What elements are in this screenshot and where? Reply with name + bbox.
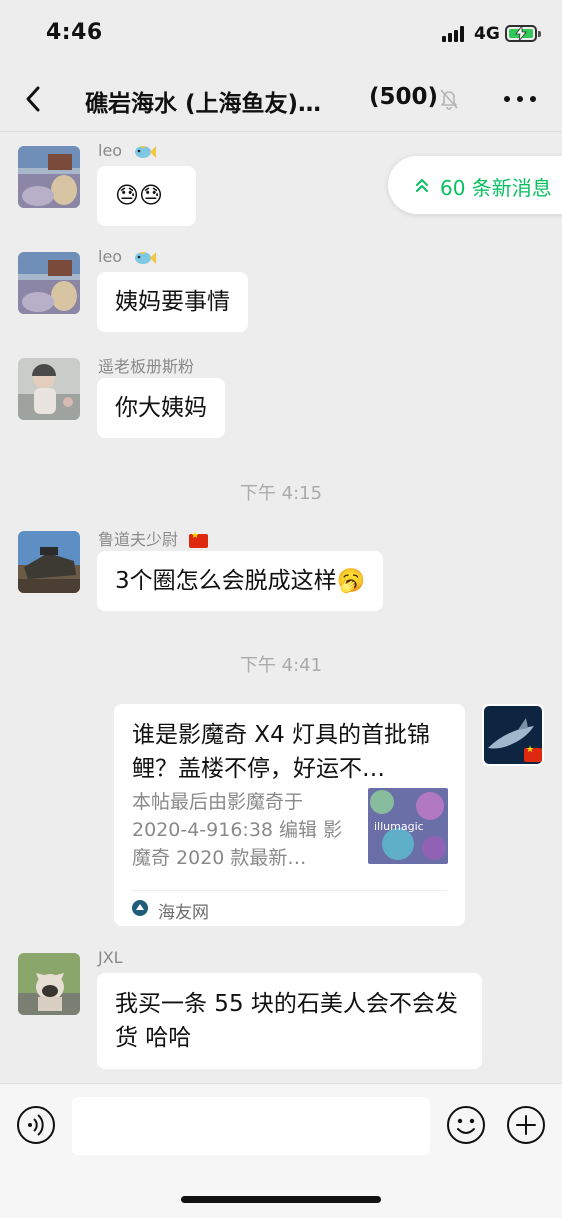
plus-icon[interactable]	[506, 1105, 546, 1145]
home-indicator[interactable]	[181, 1196, 381, 1203]
link-card-thumbnail: illumagic	[368, 788, 448, 864]
sender-name: 鲁道夫少尉	[98, 526, 209, 550]
double-chevron-up-icon	[416, 179, 428, 192]
more-dots-icon[interactable]	[504, 96, 536, 104]
member-count: (500)	[369, 84, 439, 110]
emoji-icon[interactable]	[446, 1105, 486, 1145]
sender-name: 遥老板册斯粉	[98, 357, 195, 376]
link-card-title: 谁是影魔奇 X4 灯具的首批锦鲤？盖楼不停，好运不…	[132, 722, 431, 782]
network-label: 4G	[474, 24, 500, 44]
fish-emoji-icon	[135, 145, 157, 158]
signal-icon	[442, 26, 468, 42]
message-input[interactable]	[72, 1097, 430, 1155]
link-card[interactable]: 谁是影魔奇 X4 灯具的首批锦鲤？盖楼不停，好运不… 本帖最后由影魔奇于 202…	[114, 704, 465, 926]
chat-header: 礁岩海水 (上海鱼友)… (500)	[0, 66, 562, 132]
avatar[interactable]	[18, 252, 80, 314]
china-flag-icon	[524, 745, 542, 762]
voice-icon[interactable]	[16, 1105, 56, 1145]
my-avatar[interactable]	[482, 704, 544, 766]
message-bubble[interactable]: 姨妈要事情	[97, 272, 248, 332]
time-separator: 下午 4:15	[239, 483, 323, 504]
time-separator: 下午 4:41	[239, 655, 323, 676]
battery-cap	[538, 31, 541, 37]
fish-emoji-icon	[135, 251, 157, 264]
status-time: 4:46	[46, 20, 103, 45]
avatar[interactable]	[18, 531, 80, 593]
sender-name: leo	[98, 247, 157, 267]
chat-title[interactable]: 礁岩海水 (上海鱼友)…	[85, 84, 357, 118]
link-card-description: 本帖最后由影魔奇于 2020-4-916:38 编辑 影魔奇 2020 款最新…	[132, 791, 343, 869]
new-messages-button[interactable]: 60 条新消息	[388, 156, 562, 214]
charging-icon	[515, 26, 527, 41]
chevron-left-icon[interactable]	[20, 84, 48, 114]
link-card-source: 海友网	[158, 903, 209, 923]
new-messages-label: 60 条新消息	[440, 176, 552, 200]
china-flag-icon	[189, 531, 209, 548]
message-bubble[interactable]: 3个圈怎么会脱成这样🥱	[97, 551, 384, 611]
avatar[interactable]	[18, 358, 80, 420]
avatar[interactable]	[18, 146, 80, 208]
avatar[interactable]	[18, 953, 80, 1015]
thumbnail-text: illumagic	[374, 820, 424, 833]
status-bar: 4:46 4G	[0, 0, 562, 66]
link-card-divider	[132, 890, 447, 891]
source-logo-icon	[132, 900, 148, 916]
message-bubble[interactable]: 我买一条 55 块的石美人会不会发货 哈哈	[97, 973, 482, 1069]
sender-name: leo	[98, 141, 157, 161]
message-bubble[interactable]: 你大姨妈	[97, 378, 225, 438]
bell-slash-icon	[440, 89, 458, 110]
message-bubble[interactable]: 😓😓	[97, 166, 196, 226]
sender-name: JXL	[98, 948, 123, 967]
